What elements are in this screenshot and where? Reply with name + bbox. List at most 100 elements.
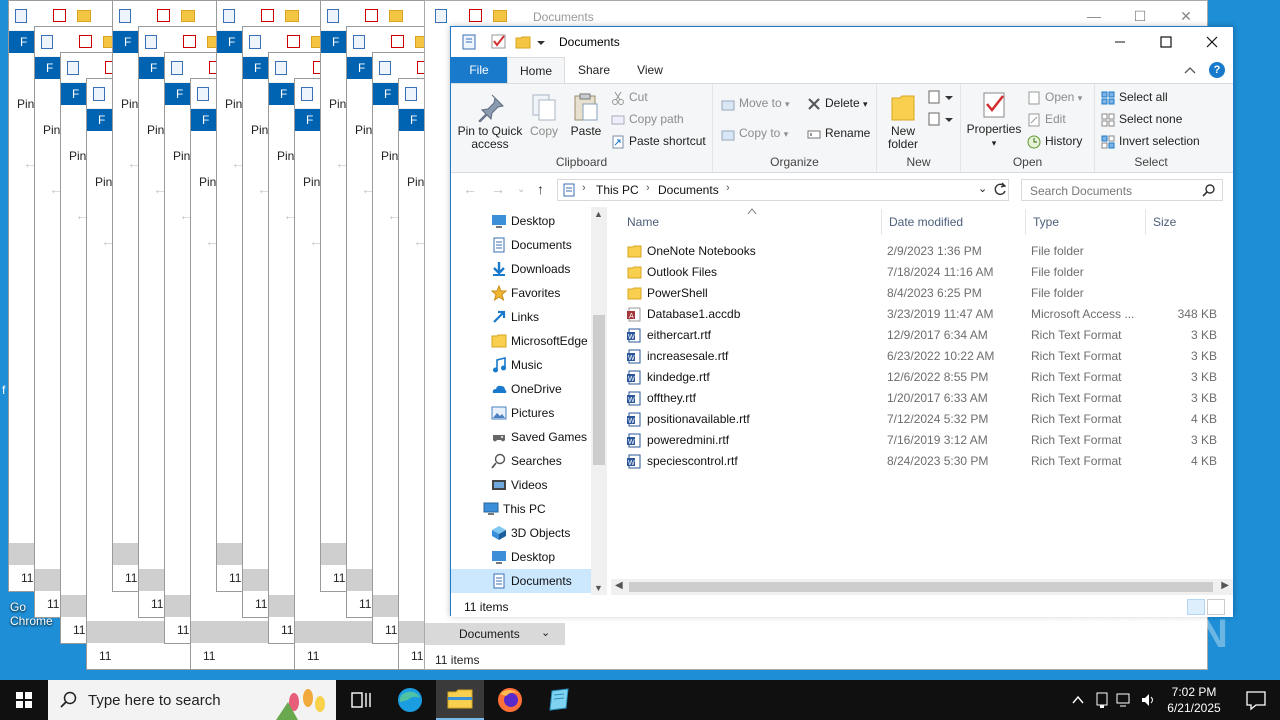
show-hidden-icons-chevron-up-icon[interactable] [1070,692,1086,708]
background-minimize-button[interactable]: — [1071,5,1117,27]
move-to-button[interactable]: Move to ▾ [721,94,790,112]
background-breadcrumb[interactable]: Documents ⌄ [425,623,565,645]
address-field[interactable]: › This PC › Documents › ⌄ [557,179,1009,201]
file-row[interactable]: PowerShell 8/4/2023 6:25 PM File folder [623,283,1223,304]
new-folder-button[interactable]: New folder [881,92,925,151]
breadcrumb-separator-icon[interactable]: › [582,182,586,194]
breadcrumb-separator-icon[interactable]: › [726,182,730,194]
up-arrow-icon[interactable]: ↑ [537,181,544,197]
scroll-down-icon[interactable]: ▼ [594,583,603,593]
nav-item-saved-games[interactable]: Saved Games [451,425,591,449]
easy-access-button[interactable] [927,110,953,131]
address-history-chevron-down-icon[interactable]: ⌄ [978,182,987,195]
navigation-scroll-thumb[interactable] [593,315,605,465]
new-folder-qa-icon[interactable] [515,34,531,50]
nav-item-onedrive[interactable]: OneDrive [451,377,591,401]
copy-to-button[interactable]: Copy to ▾ [721,124,788,142]
copy-path-button[interactable]: Copy path [611,110,684,128]
tab-share[interactable]: Share [569,57,619,83]
nav-item-documents[interactable]: Documents [451,569,591,593]
ghost-file-tab[interactable]: F [176,87,183,101]
task-view-button[interactable] [336,680,384,720]
copy-button[interactable]: Copy [527,92,561,138]
back-arrow-icon[interactable]: ← [463,181,477,197]
invert-selection-button[interactable]: Invert selection [1101,132,1200,150]
select-all-button[interactable]: Select all [1101,88,1168,106]
background-close-button[interactable]: ✕ [1163,5,1209,27]
tab-view[interactable]: View [625,57,675,83]
taskbar-clock[interactable]: 7:02 PM 6/21/2025 [1156,684,1232,716]
nav-item-microsoftedge[interactable]: MicrosoftEdge [451,329,591,353]
file-row[interactable]: Weithercart.rtf 12/9/2017 6:34 AM Rich Tex… [623,325,1223,346]
title-bar[interactable]: Documents [451,27,1233,57]
close-button[interactable] [1189,27,1235,57]
file-row[interactable]: Outlook Files 7/18/2024 11:16 AM File fold… [623,262,1223,283]
file-list[interactable]: Name Date modified Type Size OneNote Not… [611,207,1233,599]
edit-button[interactable]: Edit [1027,110,1066,128]
chevron-down-icon[interactable] [535,34,551,50]
file-row[interactable]: Wspeciescontrol.rtf 8/24/2023 5:30 PM Rich… [623,451,1223,472]
taskbar-search-box[interactable]: Type here to search [48,680,336,720]
ghost-file-tab[interactable]: F [202,113,209,127]
delete-button[interactable]: Delete ▾ [807,94,868,112]
refresh-icon[interactable] [991,180,1009,200]
navigation-scrollbar[interactable]: ▲ ▼ [591,207,607,595]
pin-to-quick-access-button[interactable]: Pin to Quick access [455,92,525,151]
cut-button[interactable]: Cut [611,88,648,106]
ghost-file-tab[interactable]: F [124,35,131,49]
nav-item-desktop[interactable]: Desktop [451,545,591,569]
file-explorer-taskbar-button[interactable] [436,680,484,720]
help-icon[interactable]: ? [1209,62,1225,78]
column-type[interactable]: Type [1033,215,1059,229]
ghost-file-tab[interactable]: F [98,113,105,127]
navigation-pane[interactable]: Desktop Documents Downloads Favorites Links M… [451,207,607,595]
new-item-button[interactable] [927,88,953,109]
minimize-button[interactable] [1097,27,1143,57]
explorer-window[interactable]: Documents File Home Share View ? Pin to … [450,26,1234,617]
history-button[interactable]: History [1027,132,1082,150]
ghost-file-tab[interactable]: F [306,113,313,127]
nav-item-favorites[interactable]: Favorites [451,281,591,305]
maximize-button[interactable] [1143,27,1189,57]
forward-arrow-icon[interactable]: → [491,181,505,197]
horizontal-scrollbar[interactable]: ◀ ▶ [611,579,1233,595]
nav-item-this-pc[interactable]: This PC [451,497,591,521]
paste-button[interactable]: Paste [567,92,605,138]
recent-locations-chevron-down-icon[interactable]: ⌄ [517,184,525,195]
nav-item-pictures[interactable]: Pictures [451,401,591,425]
nav-item-desktop[interactable]: Desktop [451,209,591,233]
search-field[interactable]: Search Documents [1021,179,1223,201]
background-maximize-button[interactable]: ☐ [1117,5,1163,27]
column-size[interactable]: Size [1153,215,1176,229]
breadcrumb-separator-icon[interactable]: › [646,182,650,194]
nav-item-links[interactable]: Links [451,305,591,329]
select-none-button[interactable]: Select none [1101,110,1182,128]
column-name[interactable]: Name [627,215,659,229]
scroll-left-icon[interactable]: ◀ [615,580,623,591]
ghost-file-tab[interactable]: F [410,113,417,127]
checkmark-qa-icon[interactable] [491,34,507,50]
edge-taskbar-button[interactable] [386,680,434,720]
open-button[interactable]: Open ▾ [1027,88,1082,106]
breadcrumb-chevron-down-icon[interactable]: ⌄ [541,626,550,639]
file-row[interactable]: Wincreasesale.rtf 6/23/2022 10:22 AM Rich … [623,346,1223,367]
notifications-button[interactable] [1232,680,1280,720]
ghost-file-tab[interactable]: F [384,87,391,101]
tab-home[interactable]: Home [507,57,565,84]
ghost-file-tab[interactable]: F [150,61,157,75]
column-date-modified[interactable]: Date modified [889,215,963,229]
file-row[interactable]: Wkindedge.rtf 12/6/2022 8:55 PM Rich Text … [623,367,1223,388]
ghost-file-tab[interactable]: F [332,35,339,49]
file-row[interactable]: Woffthey.rtf 1/20/2017 6:33 AM Rich Text F… [623,388,1223,409]
ghost-file-tab[interactable]: F [254,61,261,75]
ghost-file-tab[interactable]: F [20,35,27,49]
scroll-up-icon[interactable]: ▲ [594,209,603,219]
nav-item-documents[interactable]: Documents [451,233,591,257]
nav-item-3d-objects[interactable]: 3D Objects [451,521,591,545]
nav-item-music[interactable]: Music [451,353,591,377]
properties-button[interactable]: Properties ▾ [965,90,1023,150]
start-button[interactable] [0,680,48,720]
ghost-file-tab[interactable]: F [72,87,79,101]
network-icon[interactable] [1116,691,1134,709]
tab-file[interactable]: File [451,57,507,83]
